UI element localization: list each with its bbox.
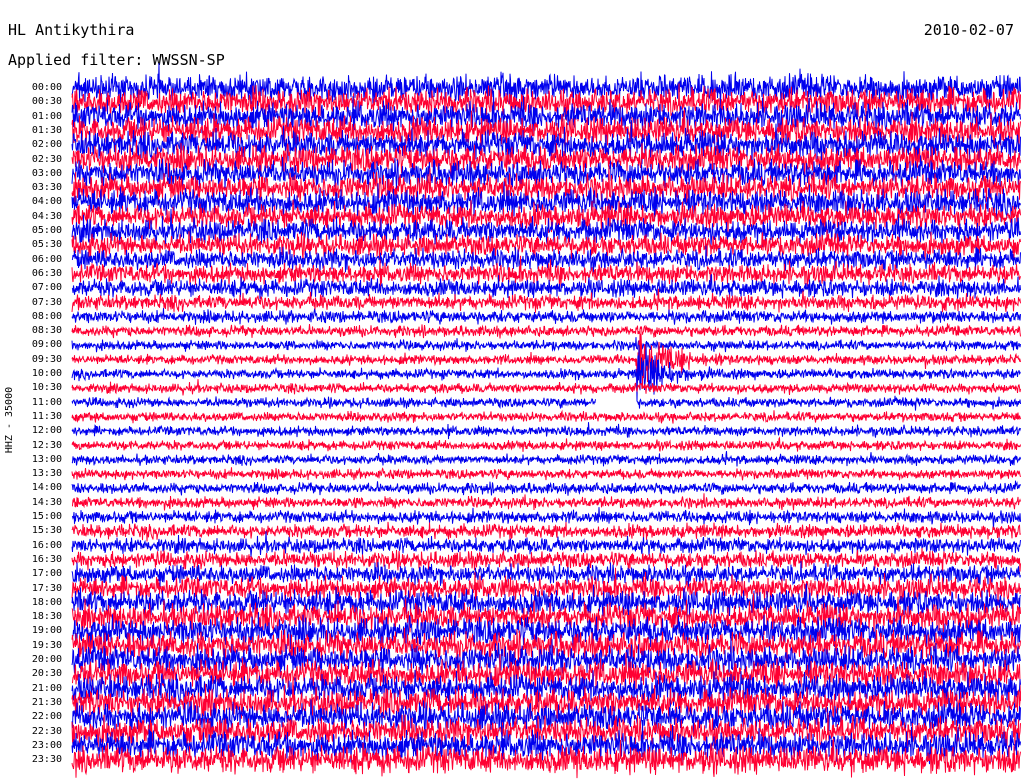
trace-1430: [71, 493, 1021, 511]
trace-1030: [71, 379, 1021, 396]
trace-1330: [71, 467, 1021, 481]
trace-0600: [71, 245, 1021, 274]
trace-1200: [71, 422, 1021, 440]
trace-1230: [71, 436, 1021, 452]
trace-1400: [71, 480, 1021, 496]
trace-1500: [71, 507, 1021, 530]
trace-1000: [71, 341, 1021, 402]
trace-1530: [71, 521, 1021, 542]
trace-1100: [71, 395, 1021, 411]
seismogram-plot: [71, 62, 1021, 779]
trace-1300: [71, 451, 1021, 467]
trace-0900: [71, 337, 1021, 353]
trace-0830: [71, 323, 1021, 339]
trace-0800: [71, 308, 1021, 325]
trace-1600: [71, 531, 1021, 557]
trace-1130: [71, 409, 1021, 424]
